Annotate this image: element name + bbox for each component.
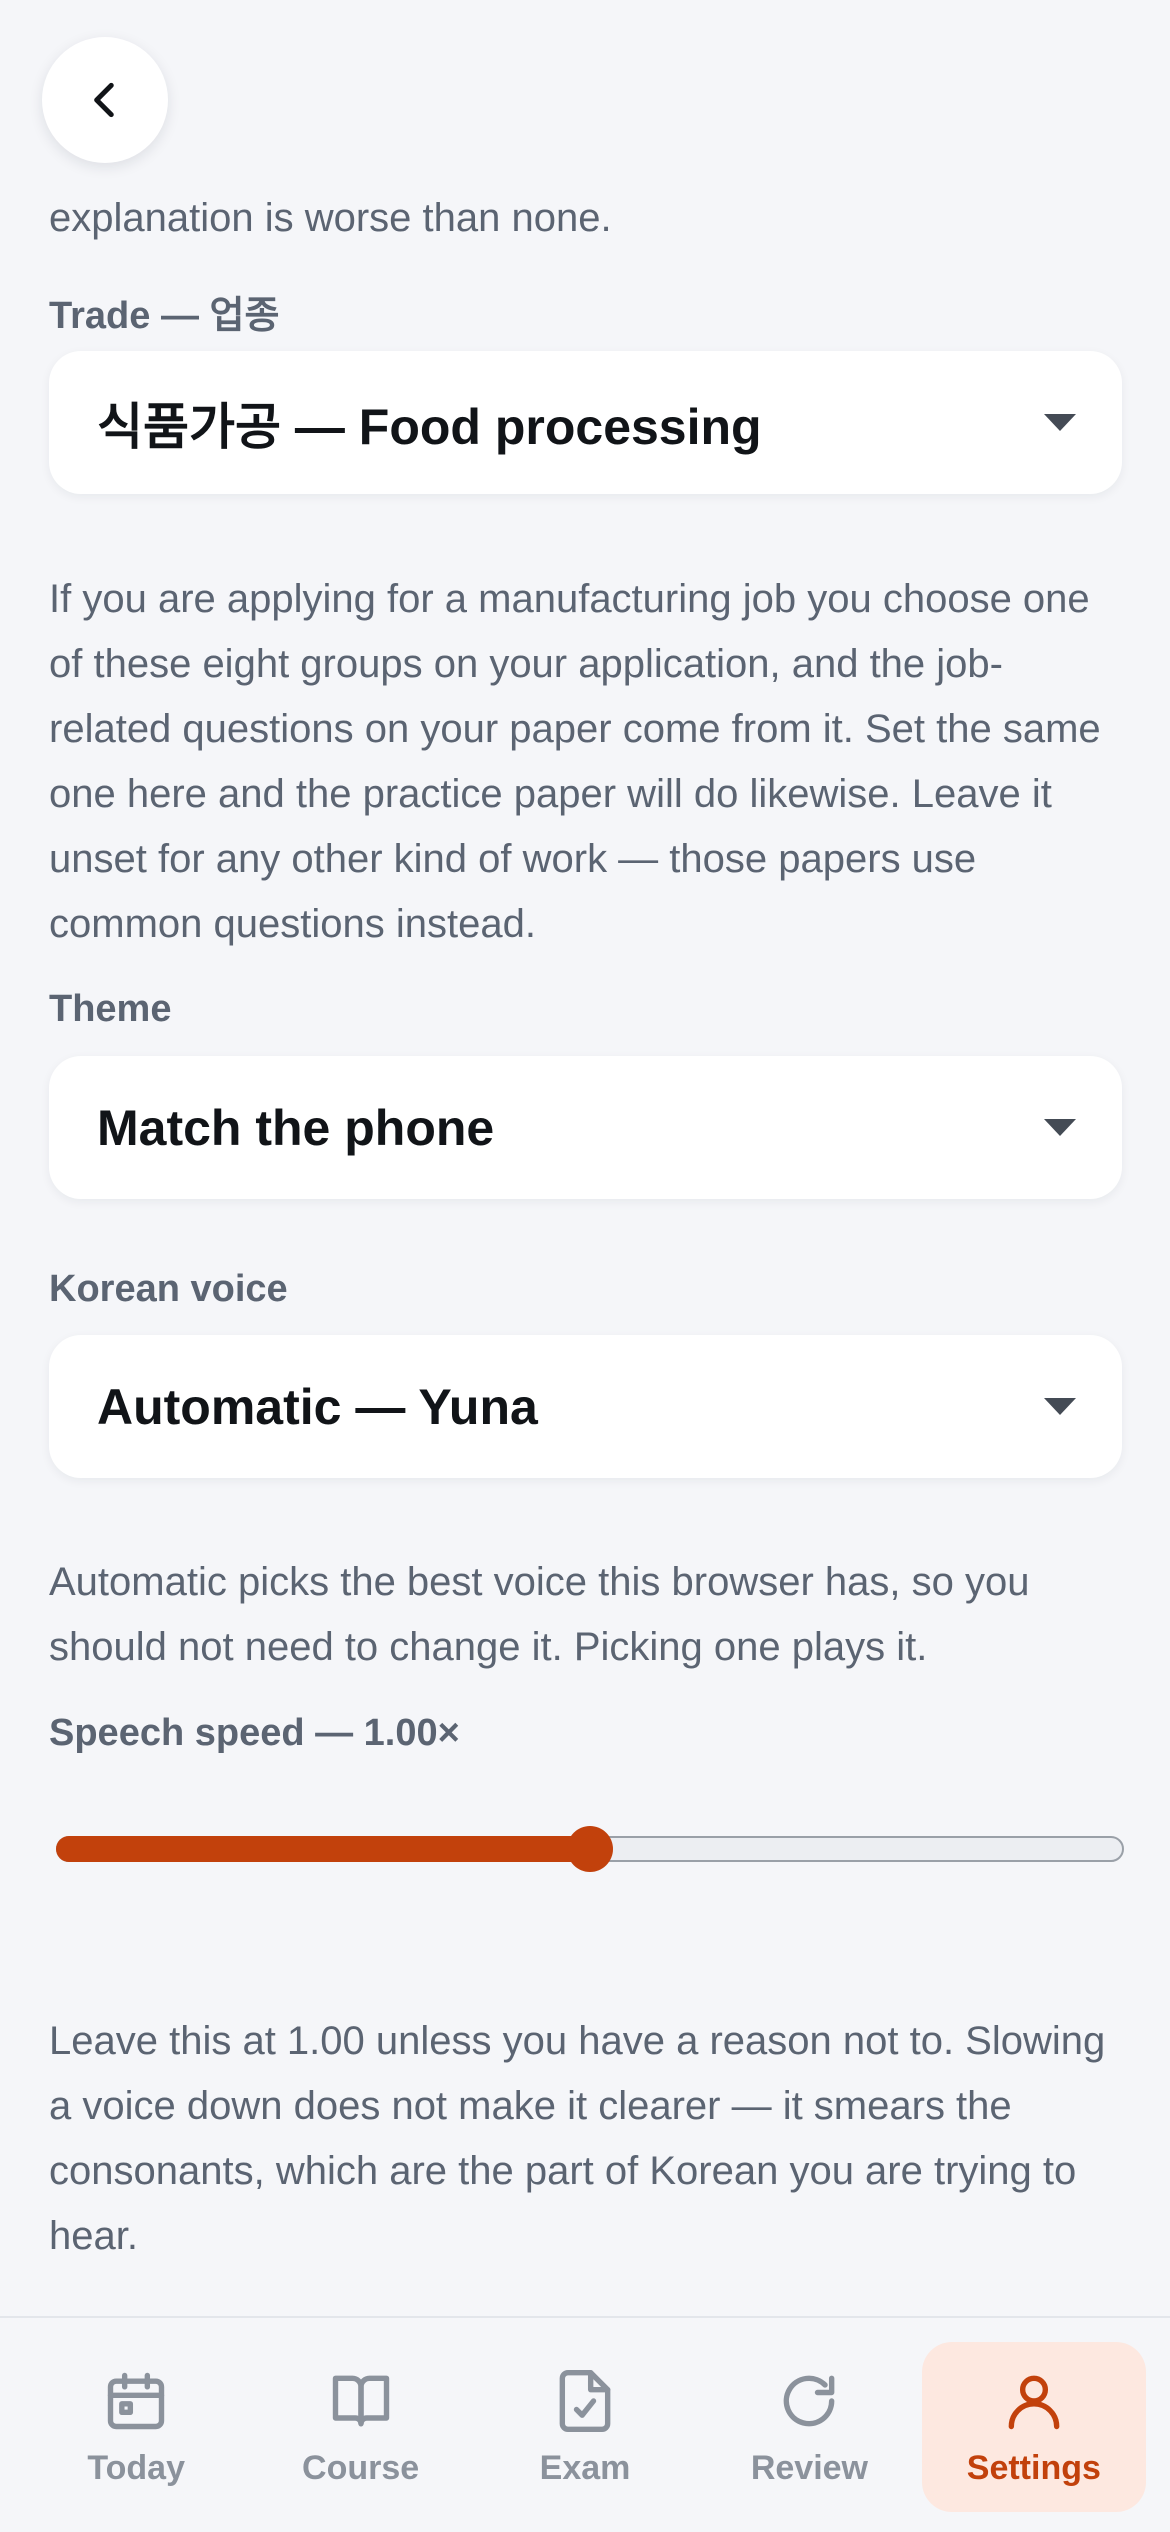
calendar-icon [108,2372,165,2429]
person-icon [1008,2375,1060,2429]
trade-select-value: 식품가공 — Food processing [97,398,762,455]
chevron-left-icon [94,82,114,118]
caret-down-icon [1044,1398,1076,1415]
bottom-tab-bar: Today Course Exam Review Settings [0,2316,1170,2532]
tab-label: Today [87,2448,185,2487]
voice-label: Korean voice [49,1268,288,1310]
refresh-icon [784,2375,835,2426]
slider-fill [56,1836,590,1862]
slider-thumb[interactable] [567,1826,613,1872]
checked-document-icon [559,2369,611,2432]
speech-speed-slider[interactable] [56,1826,1124,1872]
tab-exam[interactable]: Exam [473,2342,697,2512]
trade-select[interactable]: 식품가공 — Food processing [49,351,1122,494]
settings-page: explanation is worse than none. Trade — … [0,0,1170,2532]
tab-today[interactable]: Today [24,2342,248,2512]
trade-label: Trade — 업종 [49,295,280,337]
tab-course[interactable]: Course [248,2342,472,2512]
tab-label: Exam [539,2448,631,2487]
back-button[interactable] [42,37,168,163]
tab-settings[interactable]: Settings [921,2342,1147,2512]
speed-label: Speech speed — 1.00× [49,1712,460,1754]
theme-select[interactable]: Match the phone [49,1056,1122,1199]
tab-label: Course [302,2448,420,2487]
caret-down-icon [1044,414,1076,431]
speed-help-text: Leave this at 1.00 unless you have a rea… [49,2019,1106,2258]
tab-review[interactable]: Review [697,2342,921,2512]
tab-label: Review [750,2448,869,2487]
voice-select-value: Automatic — Yuna [97,1378,538,1435]
trade-help-text: If you are applying for a manufacturing … [49,577,1101,946]
tab-label: Settings [966,2448,1101,2487]
theme-select-value: Match the phone [97,1099,495,1156]
book-icon [332,2375,389,2426]
voice-select[interactable]: Automatic — Yuna [49,1335,1122,1478]
voice-help-text: Automatic picks the best voice this brow… [49,1560,1030,1669]
intro-text: explanation is worse than none. [49,196,612,240]
theme-label: Theme [49,988,172,1030]
caret-down-icon [1044,1119,1076,1136]
